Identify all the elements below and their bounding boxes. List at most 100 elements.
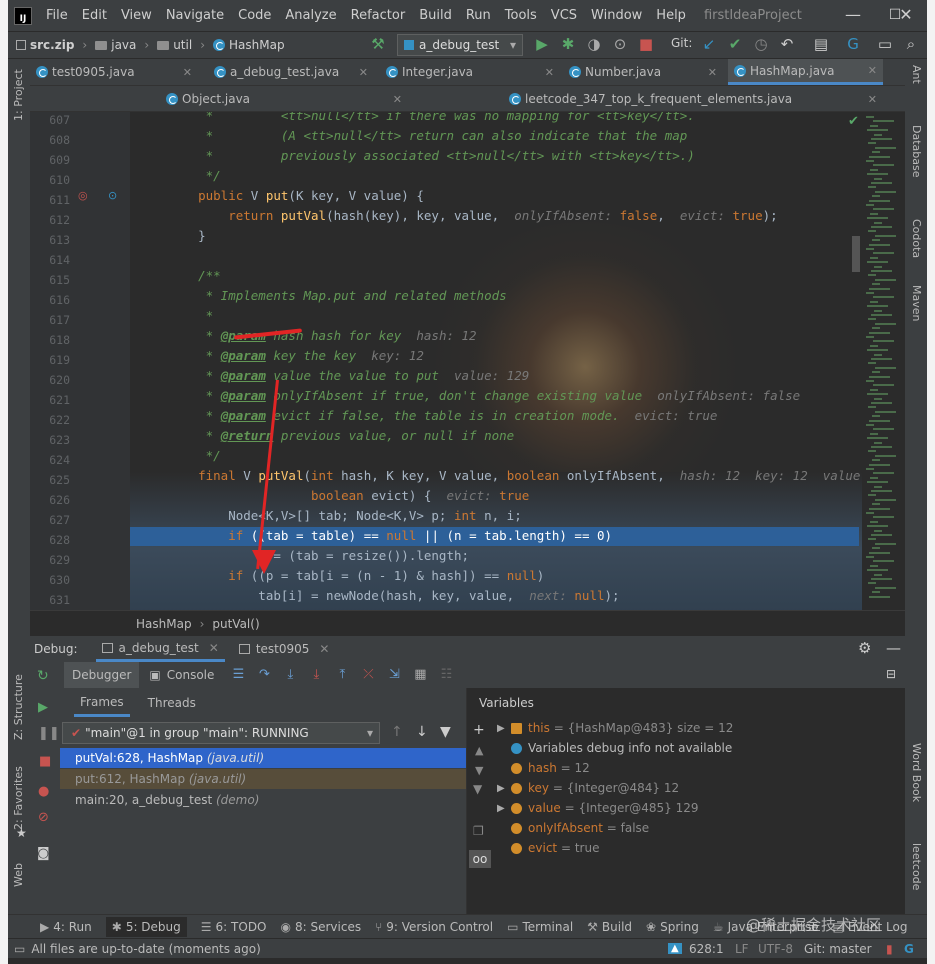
bottom-tab-build[interactable]: ⚒ Build (587, 920, 632, 934)
close-icon[interactable]: ✕ (886, 4, 926, 26)
menu-view[interactable]: View (121, 8, 152, 23)
step-out-icon[interactable]: ⤒ (334, 667, 350, 683)
database-tool-button[interactable]: Database (910, 125, 923, 178)
code-line[interactable]: * @param onlyIfAbsent if true, don't cha… (168, 386, 801, 406)
implements-icon[interactable]: ⊙ (108, 189, 117, 202)
tab-number-java[interactable]: Number.java ✕ (563, 59, 723, 85)
variable-row[interactable]: evict = true (497, 838, 599, 858)
code-line[interactable]: * @param value the value to put value: 1… (168, 366, 530, 386)
close-tab-icon[interactable]: ✕ (359, 66, 368, 79)
previous-frame-icon[interactable]: ↑ (391, 724, 403, 740)
expand-arrow-icon[interactable]: ▶ (497, 783, 511, 794)
menu-tools[interactable]: Tools (505, 8, 537, 23)
maven-tool-button[interactable]: Maven (910, 285, 923, 321)
code-minimap[interactable] (862, 112, 905, 610)
git-branch[interactable]: Git: master (804, 942, 872, 956)
bottom-tab-4-run[interactable]: ▶ 4: Run (40, 920, 92, 934)
settings-gear-icon[interactable]: ⚙ (858, 639, 871, 657)
git-history-icon[interactable]: ◷ (752, 35, 770, 53)
tab-hashmap-java[interactable]: HashMap.java ✕ (728, 59, 883, 85)
wordbook-tool-button[interactable]: Word Book (910, 743, 923, 802)
project-tool-button[interactable]: 1: Project (12, 69, 25, 121)
expand-arrow-icon[interactable]: ▶ (497, 803, 511, 814)
code-line[interactable]: * (168, 306, 214, 326)
editor-scrollbar[interactable] (852, 236, 860, 272)
breakpoint-icon[interactable]: ◎ (78, 189, 88, 202)
menu-run[interactable]: Run (466, 8, 491, 23)
web-tool-button[interactable]: Web (12, 863, 25, 887)
threads-tab[interactable]: Threads (148, 696, 196, 710)
menu-vcs[interactable]: VCS (551, 8, 577, 23)
code-line[interactable]: * previously associated <tt>null</tt> wi… (168, 146, 695, 166)
menu-edit[interactable]: Edit (82, 8, 107, 23)
code-line[interactable]: */ (168, 166, 221, 186)
move-up-icon[interactable]: ▲ (475, 744, 483, 757)
variable-row[interactable]: ▶ value = {Integer@485} 129 (497, 798, 699, 818)
structure-tool-button[interactable]: Z: Structure (12, 674, 25, 740)
code-line[interactable]: */ (168, 446, 221, 466)
breadcrumb-method[interactable]: putVal() (212, 617, 259, 631)
debug-session-tab-test0905[interactable]: test0905 ✕ (238, 642, 329, 656)
force-step-into-icon[interactable]: ⤓ (308, 667, 324, 683)
git-rollback-icon[interactable]: ↶ (778, 35, 796, 53)
hide-icon[interactable]: — (886, 639, 901, 657)
step-into-icon[interactable]: ⤓ (282, 667, 298, 683)
git-update-icon[interactable]: ↙ (700, 35, 718, 53)
menu-analyze[interactable]: Analyze (285, 8, 336, 23)
mute-breakpoints-icon[interactable]: ⊘ (38, 810, 49, 825)
breadcrumb-hashmap[interactable]: HashMap (213, 38, 285, 52)
breadcrumb-java[interactable]: java › (95, 38, 149, 52)
breadcrumb-util[interactable]: util › (157, 38, 205, 52)
close-tab-icon[interactable]: ✕ (868, 64, 877, 77)
tab-leetcode_347_top_k_frequent_elements-java[interactable]: leetcode_347_top_k_frequent_elements.jav… (503, 86, 883, 112)
close-session-icon[interactable]: ✕ (209, 641, 219, 655)
close-tab-icon[interactable]: ✕ (545, 66, 554, 79)
code-line[interactable]: * <tt>null</tt> if there was no mapping … (168, 112, 695, 126)
resume-icon[interactable]: ▶ (38, 700, 48, 715)
variable-row[interactable]: hash = 12 (497, 758, 590, 778)
caret-position[interactable]: 628:1 (689, 942, 724, 956)
rerun-icon[interactable]: ↻ (37, 668, 49, 684)
stop-debug-icon[interactable]: ■ (39, 754, 51, 769)
variable-row[interactable]: onlyIfAbsent = false (497, 818, 649, 838)
code-line[interactable]: return putVal(hash(key), key, value, onl… (168, 206, 777, 226)
tab-a_debug_test-java[interactable]: a_debug_test.java ✕ (208, 59, 374, 85)
code-line[interactable]: * Implements Map.put and related methods (168, 286, 507, 306)
evaluate-expression-icon[interactable]: ▦ (412, 667, 428, 683)
code-line[interactable]: if ((tab = table) == null || (n = tab.le… (168, 526, 612, 546)
pause-icon[interactable]: ❚❚ (38, 726, 60, 741)
code-line[interactable]: * @param hash hash for key hash: 12 (168, 326, 477, 346)
copy-icon[interactable]: ❐ (473, 824, 484, 838)
bottom-tab-6-todo[interactable]: ☰ 6: TODO (201, 920, 267, 934)
frames-tab[interactable]: Frames (74, 690, 130, 717)
code-editor[interactable]: 607 608 609 610 611 612 613 614 615 616 617 618 619 6… (30, 112, 905, 610)
menu-window[interactable]: Window (591, 8, 642, 23)
bottom-tab-8-services[interactable]: ◉ 8: Services (281, 920, 362, 934)
tab-test0905-java[interactable]: test0905.java ✕ (30, 59, 198, 85)
filter-icon[interactable]: ▼ (440, 724, 451, 740)
code-line[interactable]: public V put(K key, V value) { (168, 186, 424, 206)
search-icon[interactable]: ⌕ (902, 35, 920, 53)
glasses-icon[interactable]: oo (469, 850, 491, 868)
thread-select[interactable]: ✔ "main"@1 in group "main": RUNNING ▾ (62, 722, 380, 744)
menu-code[interactable]: Code (238, 8, 271, 23)
camera-icon[interactable]: ◙ (37, 846, 50, 861)
layout-icon[interactable]: ⊟ (886, 667, 896, 681)
move-down-icon[interactable]: ▼ (475, 764, 483, 777)
bottom-tab-terminal[interactable]: ▭ Terminal (507, 920, 573, 934)
code-line[interactable]: n = (tab = resize()).length; (168, 546, 469, 566)
breadcrumb-class[interactable]: HashMap (136, 617, 192, 631)
breadcrumb-src-zip[interactable]: src.zip › (16, 38, 87, 52)
run-icon[interactable]: ▶ (533, 35, 551, 53)
bottom-tab-5-debug[interactable]: ✱ 5: Debug (105, 916, 187, 937)
ant-tool-button[interactable]: Ant (910, 65, 923, 84)
drop-frame-icon[interactable]: ⤫ (360, 667, 376, 683)
menu-refactor[interactable]: Refactor (351, 8, 406, 23)
coverage-icon[interactable]: ◑ (585, 35, 603, 53)
variable-row[interactable]: ▶ key = {Integer@484} 12 (497, 778, 679, 798)
next-frame-icon[interactable]: ↓ (416, 724, 428, 740)
console-tab[interactable]: ▣ Console (149, 668, 214, 682)
code-line[interactable]: if ((p = tab[i = (n - 1) & hash]) == nul… (168, 566, 544, 586)
close-tab-icon[interactable]: ✕ (868, 93, 877, 106)
tab-object-java[interactable]: Object.java ✕ (160, 86, 408, 112)
